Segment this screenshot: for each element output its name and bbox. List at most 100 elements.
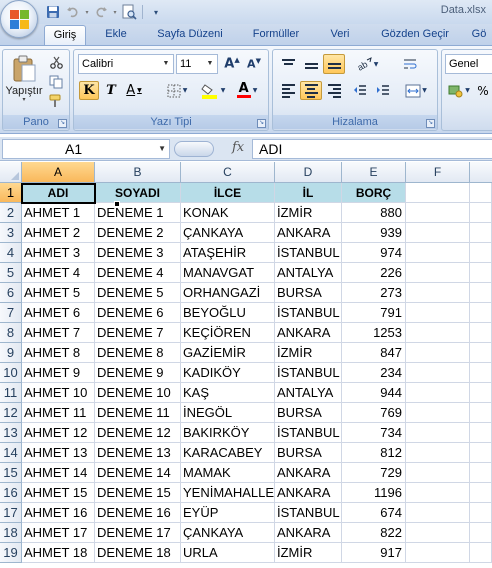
- worksheet-grid[interactable]: A B C D E F 1 ADI SOYADI İLCE İL BORÇ 2 AHMET 1…: [0, 161, 492, 568]
- tab-ekle[interactable]: Ekle: [96, 24, 136, 45]
- cell-e10[interactable]: 234: [342, 363, 406, 383]
- cell-d8[interactable]: ANKARA: [275, 323, 342, 343]
- cell-b6[interactable]: DENEME 5: [95, 283, 181, 303]
- font-color-button[interactable]: A ▼: [232, 81, 262, 100]
- name-box-dropdown-icon[interactable]: ▼: [158, 140, 166, 158]
- tab-gozden-gecir[interactable]: Gözden Geçir: [372, 24, 458, 45]
- column-header-g[interactable]: [470, 162, 492, 183]
- cell-g10[interactable]: [470, 363, 492, 383]
- cell-f12[interactable]: [406, 403, 470, 423]
- cell-c7[interactable]: BEYOĞLU: [181, 303, 275, 323]
- tab-veri[interactable]: Veri: [318, 24, 362, 45]
- cell-a10[interactable]: AHMET 9: [22, 363, 95, 383]
- cell-a19[interactable]: AHMET 18: [22, 543, 95, 563]
- alignment-dialog-launcher[interactable]: ↘: [426, 119, 435, 128]
- cell-g15[interactable]: [470, 463, 492, 483]
- row-header[interactable]: 14: [0, 443, 22, 463]
- number-format-combo[interactable]: Genel: [445, 54, 492, 74]
- cell-g7[interactable]: [470, 303, 492, 323]
- save-icon[interactable]: [44, 3, 62, 21]
- font-size-dropdown-icon[interactable]: ▼: [204, 56, 216, 72]
- cell-e3[interactable]: 939: [342, 223, 406, 243]
- cell-f15[interactable]: [406, 463, 470, 483]
- cell-c6[interactable]: ORHANGAZİ: [181, 283, 275, 303]
- bottom-align-button[interactable]: [323, 54, 345, 74]
- row-header[interactable]: 3: [0, 223, 22, 243]
- cell-f17[interactable]: [406, 503, 470, 523]
- cell-g12[interactable]: [470, 403, 492, 423]
- clipboard-dialog-launcher[interactable]: ↘: [58, 119, 67, 128]
- fill-color-button[interactable]: ▼: [198, 81, 228, 100]
- paste-button[interactable]: Yapıştır ▾: [5, 54, 43, 104]
- cell-a2[interactable]: AHMET 1: [22, 203, 95, 223]
- cell-f11[interactable]: [406, 383, 470, 403]
- tab-gorunum[interactable]: Gö: [466, 24, 492, 45]
- cell-f4[interactable]: [406, 243, 470, 263]
- tab-sayfa-duzeni[interactable]: Sayfa Düzeni: [148, 24, 232, 45]
- row-header[interactable]: 18: [0, 523, 22, 543]
- font-dialog-launcher[interactable]: ↘: [257, 119, 266, 128]
- cut-button[interactable]: [47, 54, 65, 71]
- cell-c14[interactable]: KARACABEY: [181, 443, 275, 463]
- cell-d4[interactable]: İSTANBUL: [275, 243, 342, 263]
- grow-font-button[interactable]: A▲: [222, 55, 242, 73]
- cell-f14[interactable]: [406, 443, 470, 463]
- cell-c16[interactable]: YENİMAHALLE: [181, 483, 275, 503]
- cell-a13[interactable]: AHMET 12: [22, 423, 95, 443]
- cell-b17[interactable]: DENEME 16: [95, 503, 181, 523]
- cell-e12[interactable]: 769: [342, 403, 406, 423]
- cell-g13[interactable]: [470, 423, 492, 443]
- row-header[interactable]: 19: [0, 543, 22, 563]
- middle-align-button[interactable]: [300, 54, 322, 74]
- merge-center-button[interactable]: ▼: [401, 81, 431, 100]
- cell-b10[interactable]: DENEME 9: [95, 363, 181, 383]
- cell-b12[interactable]: DENEME 11: [95, 403, 181, 423]
- cell-d19[interactable]: İZMİR: [275, 543, 342, 563]
- cell-c9[interactable]: GAZİEMİR: [181, 343, 275, 363]
- borders-button[interactable]: ▼: [164, 81, 190, 100]
- cell-e6[interactable]: 273: [342, 283, 406, 303]
- cell-c15[interactable]: MAMAK: [181, 463, 275, 483]
- cell-e16[interactable]: 1196: [342, 483, 406, 503]
- cell-d15[interactable]: ANKARA: [275, 463, 342, 483]
- column-header-e[interactable]: E: [342, 162, 406, 183]
- cell-b13[interactable]: DENEME 12: [95, 423, 181, 443]
- cell-b5[interactable]: DENEME 4: [95, 263, 181, 283]
- cell-e18[interactable]: 822: [342, 523, 406, 543]
- cell-c3[interactable]: ÇANKAYA: [181, 223, 275, 243]
- font-name-dropdown-icon[interactable]: ▼: [160, 56, 172, 72]
- cell-g5[interactable]: [470, 263, 492, 283]
- column-header-c[interactable]: C: [181, 162, 275, 183]
- cell-c1[interactable]: İLCE: [181, 183, 275, 203]
- row-header[interactable]: 4: [0, 243, 22, 263]
- cell-c8[interactable]: KEÇİÖREN: [181, 323, 275, 343]
- percent-style-button[interactable]: %: [474, 81, 492, 100]
- cell-f8[interactable]: [406, 323, 470, 343]
- cell-f2[interactable]: [406, 203, 470, 223]
- cell-f16[interactable]: [406, 483, 470, 503]
- cell-e4[interactable]: 974: [342, 243, 406, 263]
- column-header-a[interactable]: A: [22, 162, 95, 183]
- cell-e5[interactable]: 226: [342, 263, 406, 283]
- top-align-button[interactable]: [277, 54, 299, 74]
- cell-b7[interactable]: DENEME 6: [95, 303, 181, 323]
- cell-f3[interactable]: [406, 223, 470, 243]
- cell-e13[interactable]: 734: [342, 423, 406, 443]
- cell-d9[interactable]: İZMİR: [275, 343, 342, 363]
- cell-b2[interactable]: DENEME 1: [95, 203, 181, 223]
- select-all-button[interactable]: [0, 162, 22, 183]
- insert-function-icon[interactable]: fx: [232, 140, 244, 155]
- cell-a8[interactable]: AHMET 7: [22, 323, 95, 343]
- cell-g17[interactable]: [470, 503, 492, 523]
- cell-e8[interactable]: 1253: [342, 323, 406, 343]
- cell-b4[interactable]: DENEME 3: [95, 243, 181, 263]
- cell-g11[interactable]: [470, 383, 492, 403]
- cell-b14[interactable]: DENEME 13: [95, 443, 181, 463]
- cell-a11[interactable]: AHMET 10: [22, 383, 95, 403]
- shrink-font-button[interactable]: A▼: [244, 55, 264, 73]
- cell-a12[interactable]: AHMET 11: [22, 403, 95, 423]
- cell-d18[interactable]: ANKARA: [275, 523, 342, 543]
- align-center-button[interactable]: [300, 81, 322, 100]
- row-header[interactable]: 2: [0, 203, 22, 223]
- row-header[interactable]: 6: [0, 283, 22, 303]
